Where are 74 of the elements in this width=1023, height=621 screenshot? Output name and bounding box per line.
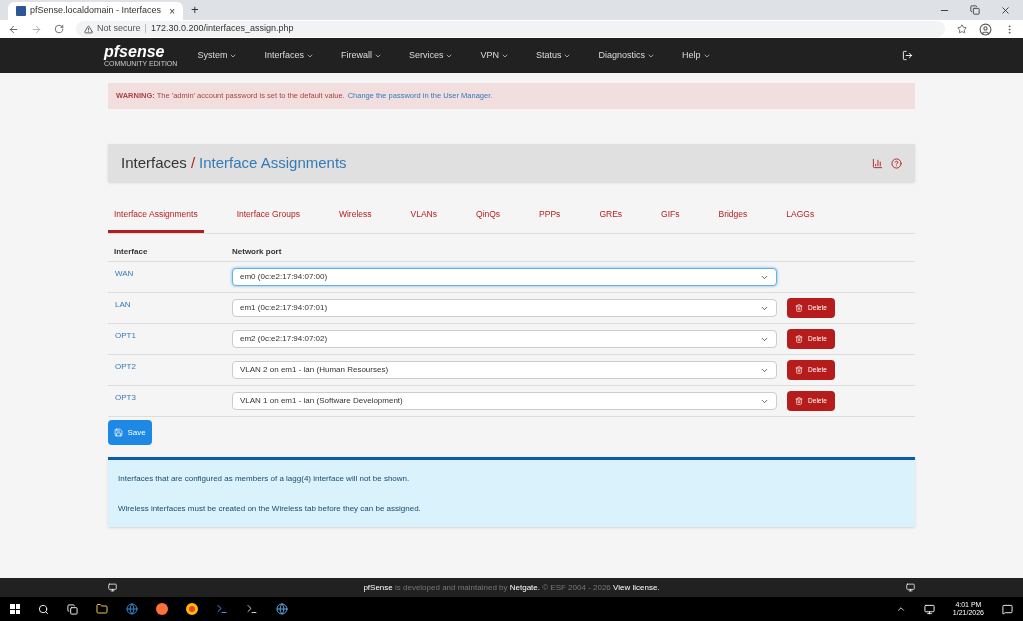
folder-icon[interactable] [96,603,108,615]
trash-icon [795,397,804,405]
close-icon[interactable] [1000,4,1011,16]
tab[interactable]: GIFs [655,208,686,233]
nav-menu[interactable]: Status [535,48,572,63]
tab-close-button[interactable]: × [169,3,175,19]
tray-chevron-icon[interactable] [895,604,906,614]
tab[interactable]: Interface Groups [230,208,306,233]
help-icon[interactable] [891,157,902,169]
profile-icon[interactable] [979,22,992,36]
column-header: Network port [232,245,282,258]
search-icon[interactable] [38,603,49,615]
tab[interactable]: VLANs [404,208,443,233]
network-port-select[interactable]: VLAN 1 on em1 - lan (Software Development) [232,392,777,410]
network-port-select[interactable]: em2 (0c:e2:17:94:07:02) [232,330,777,348]
globe-icon[interactable] [126,603,138,615]
tab[interactable]: GREs [593,208,629,233]
info-text: Wireless interfaces must be created on the Wireless tab before they can be assigned. [118,503,422,515]
nav-menu[interactable]: System [197,48,238,63]
address-bar[interactable]: Not secure | 172.30.0.200/interfaces_assign.php [76,21,945,37]
globe-icon[interactable] [276,603,288,615]
nav-menu[interactable]: Firewall [340,48,382,63]
nav-menu[interactable]: Diagnostics [598,48,655,63]
logo-wordmark[interactable]: pfsense [104,44,178,60]
network-port-select[interactable]: em0 (0c:e2:17:94:07:00) [232,268,777,286]
tab[interactable]: LAGGs [780,208,821,233]
breadcrumb-parent[interactable]: Interfaces [121,151,187,175]
terminal-icon[interactable] [216,603,228,615]
browser-icon[interactable] [156,603,168,615]
tab[interactable]: Interface Assignments [108,208,204,233]
url-text: 172.30.0.200/interfaces_assign.php [150,22,294,36]
network-port-select[interactable]: em1 (0c:e2:17:94:07:01) [232,299,777,317]
interface-link[interactable]: OPT1 [108,324,232,342]
nav-menu[interactable]: Help [682,48,711,63]
column-header: Interface [113,245,149,258]
notification-icon[interactable] [1002,603,1013,615]
tab[interactable]: QinQs [470,208,507,233]
network-port-select[interactable]: VLAN 2 on em1 - lan (Human Resourses) [232,361,777,379]
interface-link[interactable]: OPT3 [108,386,232,404]
nav-menu[interactable]: Interfaces [264,48,314,63]
console-icon[interactable] [246,603,258,615]
logout-icon[interactable] [902,50,913,61]
interface-link[interactable]: WAN [108,262,232,280]
tab[interactable]: Wireless [332,208,378,233]
tab[interactable]: Bridges [712,208,754,233]
trash-icon [795,335,804,343]
nav-menu[interactable]: Services [408,48,454,63]
trash-icon [795,304,804,312]
tab-title: pfSense.localdomain - Interfaces [30,4,163,18]
bookmark-star-icon[interactable] [957,24,967,34]
tab[interactable]: PPPs [533,208,567,233]
interface-link[interactable]: LAN [108,293,232,311]
reload-icon[interactable] [54,24,64,34]
browser-tab[interactable]: pfSense.localdomain - Interfaces × [8,2,183,20]
trash-icon [795,366,804,374]
start-icon[interactable] [10,604,20,614]
network-icon[interactable] [923,603,935,615]
chart-icon[interactable] [872,157,883,169]
breadcrumb-separator: / [190,152,196,173]
warning-icon [84,24,93,34]
new-tab-button[interactable]: + [191,0,199,20]
tab-favicon-icon [16,6,26,16]
interface-link[interactable]: OPT2 [108,355,232,373]
browser-icon[interactable] [186,603,198,615]
footer-text: pfSense is developed and maintained by Netgate. © ESF 2004 - 2026 View license. [363,581,660,594]
task-view-icon[interactable] [67,603,78,615]
breadcrumb-current[interactable]: Interface Assignments [199,151,347,175]
save-button[interactable]: Save [108,420,152,445]
info-text: Interfaces that are configured as members of a lagg(4) interface will not be shown. [118,473,411,485]
nav-menu[interactable]: VPN [480,48,509,63]
back-icon[interactable] [8,23,19,35]
not-secure-label: Not secure [97,22,141,36]
restore-icon[interactable] [970,5,980,15]
address-separator: | [144,22,147,36]
